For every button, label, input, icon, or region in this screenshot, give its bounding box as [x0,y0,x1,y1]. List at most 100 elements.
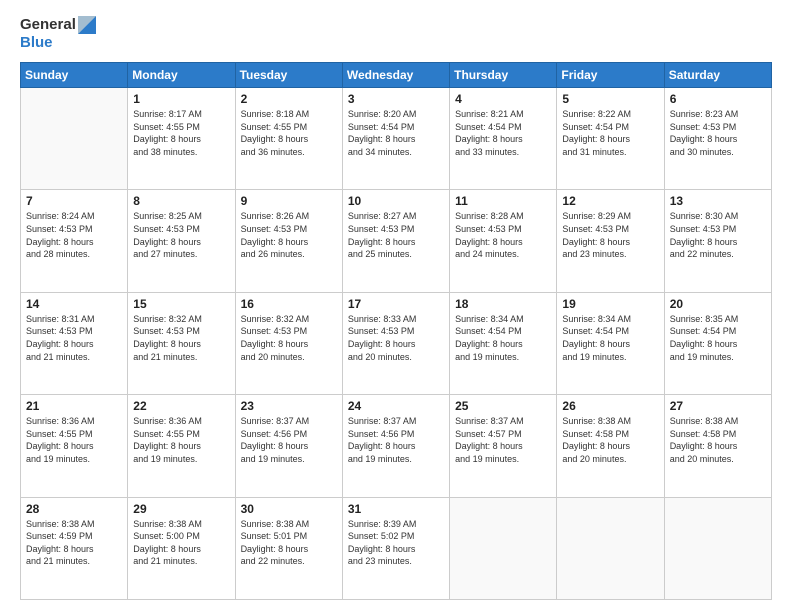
calendar-cell [557,497,664,599]
calendar-cell: 4 Sunrise: 8:21 AM Sunset: 4:54 PM Daylig… [450,88,557,190]
day-number: 23 [241,399,337,413]
calendar-cell: 6 Sunrise: 8:23 AM Sunset: 4:53 PM Daylig… [664,88,771,190]
day-info: Sunrise: 8:34 AM Sunset: 4:54 PM Dayligh… [455,313,551,363]
day-info: Sunrise: 8:37 AM Sunset: 4:57 PM Dayligh… [455,415,551,465]
page: General Blue SundayMondayTuesdayWednesda… [0,0,792,612]
calendar-cell: 27 Sunrise: 8:38 AM Sunset: 4:58 PM Dayli… [664,395,771,497]
calendar-cell: 30 Sunrise: 8:38 AM Sunset: 5:01 PM Dayli… [235,497,342,599]
col-header-friday: Friday [557,63,664,88]
calendar-week-4: 21 Sunrise: 8:36 AM Sunset: 4:55 PM Dayli… [21,395,772,497]
day-info: Sunrise: 8:31 AM Sunset: 4:53 PM Dayligh… [26,313,122,363]
day-info: Sunrise: 8:38 AM Sunset: 4:59 PM Dayligh… [26,518,122,568]
logo-triangle-icon [78,16,96,34]
day-info: Sunrise: 8:39 AM Sunset: 5:02 PM Dayligh… [348,518,444,568]
calendar-cell: 19Sunrise: 8:34 AM Sunset: 4:54 PM Dayli… [557,292,664,394]
day-info: Sunrise: 8:38 AM Sunset: 5:01 PM Dayligh… [241,518,337,568]
calendar-cell: 3 Sunrise: 8:20 AM Sunset: 4:54 PM Daylig… [342,88,449,190]
logo-blue-text: Blue [20,34,53,52]
day-number: 12 [562,194,658,208]
day-info: Sunrise: 8:17 AM Sunset: 4:55 PM Dayligh… [133,108,229,158]
calendar-week-2: 7 Sunrise: 8:24 AM Sunset: 4:53 PM Daylig… [21,190,772,292]
day-info: Sunrise: 8:26 AM Sunset: 4:53 PM Dayligh… [241,210,337,260]
day-number: 4 [455,92,551,106]
day-info: Sunrise: 8:36 AM Sunset: 4:55 PM Dayligh… [26,415,122,465]
calendar-cell: 25 Sunrise: 8:37 AM Sunset: 4:57 PM Dayli… [450,395,557,497]
day-number: 5 [562,92,658,106]
day-info: Sunrise: 8:24 AM Sunset: 4:53 PM Dayligh… [26,210,122,260]
calendar-cell: 26 Sunrise: 8:38 AM Sunset: 4:58 PM Dayli… [557,395,664,497]
day-number: 11 [455,194,551,208]
day-number: 29 [133,502,229,516]
calendar-week-1: 1 Sunrise: 8:17 AM Sunset: 4:55 PM Daylig… [21,88,772,190]
day-info: Sunrise: 8:38 AM Sunset: 4:58 PM Dayligh… [670,415,766,465]
logo-text: General Blue [20,16,96,52]
day-number: 15 [133,297,229,311]
day-info: Sunrise: 8:25 AM Sunset: 4:53 PM Dayligh… [133,210,229,260]
day-number: 17 [348,297,444,311]
day-number: 3 [348,92,444,106]
calendar-cell: 29 Sunrise: 8:38 AM Sunset: 5:00 PM Dayli… [128,497,235,599]
day-number: 10 [348,194,444,208]
day-info: Sunrise: 8:37 AM Sunset: 4:56 PM Dayligh… [348,415,444,465]
calendar-cell: 15 Sunrise: 8:32 AM Sunset: 4:53 PM Dayli… [128,292,235,394]
day-number: 8 [133,194,229,208]
day-number: 22 [133,399,229,413]
calendar-cell: 12 Sunrise: 8:29 AM Sunset: 4:53 PM Dayli… [557,190,664,292]
calendar-cell [664,497,771,599]
day-number: 27 [670,399,766,413]
calendar-cell: 23 Sunrise: 8:37 AM Sunset: 4:56 PM Dayli… [235,395,342,497]
day-number: 7 [26,194,122,208]
calendar-cell: 14Sunrise: 8:31 AM Sunset: 4:53 PM Dayli… [21,292,128,394]
col-header-sunday: Sunday [21,63,128,88]
calendar-cell: 24 Sunrise: 8:37 AM Sunset: 4:56 PM Dayli… [342,395,449,497]
day-info: Sunrise: 8:36 AM Sunset: 4:55 PM Dayligh… [133,415,229,465]
calendar-cell: 9 Sunrise: 8:26 AM Sunset: 4:53 PM Daylig… [235,190,342,292]
calendar-week-5: 28Sunrise: 8:38 AM Sunset: 4:59 PM Dayli… [21,497,772,599]
day-info: Sunrise: 8:38 AM Sunset: 5:00 PM Dayligh… [133,518,229,568]
calendar-table: SundayMondayTuesdayWednesdayThursdayFrid… [20,62,772,600]
calendar-cell: 20 Sunrise: 8:35 AM Sunset: 4:54 PM Dayli… [664,292,771,394]
day-number: 16 [241,297,337,311]
day-info: Sunrise: 8:22 AM Sunset: 4:54 PM Dayligh… [562,108,658,158]
day-number: 31 [348,502,444,516]
calendar-cell: 31 Sunrise: 8:39 AM Sunset: 5:02 PM Dayli… [342,497,449,599]
day-info: Sunrise: 8:35 AM Sunset: 4:54 PM Dayligh… [670,313,766,363]
calendar-cell: 21 Sunrise: 8:36 AM Sunset: 4:55 PM Dayli… [21,395,128,497]
day-info: Sunrise: 8:29 AM Sunset: 4:53 PM Dayligh… [562,210,658,260]
day-info: Sunrise: 8:27 AM Sunset: 4:53 PM Dayligh… [348,210,444,260]
calendar-cell: 1 Sunrise: 8:17 AM Sunset: 4:55 PM Daylig… [128,88,235,190]
day-info: Sunrise: 8:33 AM Sunset: 4:53 PM Dayligh… [348,313,444,363]
day-number: 2 [241,92,337,106]
logo: General Blue [20,16,96,52]
calendar-cell: 2 Sunrise: 8:18 AM Sunset: 4:55 PM Daylig… [235,88,342,190]
calendar-cell: 5 Sunrise: 8:22 AM Sunset: 4:54 PM Daylig… [557,88,664,190]
day-number: 24 [348,399,444,413]
day-number: 26 [562,399,658,413]
day-number: 18 [455,297,551,311]
day-info: Sunrise: 8:32 AM Sunset: 4:53 PM Dayligh… [133,313,229,363]
calendar-week-3: 14Sunrise: 8:31 AM Sunset: 4:53 PM Dayli… [21,292,772,394]
day-info: Sunrise: 8:23 AM Sunset: 4:53 PM Dayligh… [670,108,766,158]
day-number: 30 [241,502,337,516]
day-info: Sunrise: 8:18 AM Sunset: 4:55 PM Dayligh… [241,108,337,158]
day-number: 6 [670,92,766,106]
day-info: Sunrise: 8:37 AM Sunset: 4:56 PM Dayligh… [241,415,337,465]
calendar-cell: 18 Sunrise: 8:34 AM Sunset: 4:54 PM Dayli… [450,292,557,394]
col-header-tuesday: Tuesday [235,63,342,88]
calendar-cell: 8 Sunrise: 8:25 AM Sunset: 4:53 PM Daylig… [128,190,235,292]
col-header-thursday: Thursday [450,63,557,88]
day-number: 20 [670,297,766,311]
day-info: Sunrise: 8:32 AM Sunset: 4:53 PM Dayligh… [241,313,337,363]
col-header-wednesday: Wednesday [342,63,449,88]
day-info: Sunrise: 8:20 AM Sunset: 4:54 PM Dayligh… [348,108,444,158]
day-number: 25 [455,399,551,413]
calendar-cell: 10 Sunrise: 8:27 AM Sunset: 4:53 PM Dayli… [342,190,449,292]
calendar-cell: 28Sunrise: 8:38 AM Sunset: 4:59 PM Dayli… [21,497,128,599]
day-info: Sunrise: 8:38 AM Sunset: 4:58 PM Dayligh… [562,415,658,465]
day-number: 1 [133,92,229,106]
day-number: 9 [241,194,337,208]
calendar-cell: 13Sunrise: 8:30 AM Sunset: 4:53 PM Dayli… [664,190,771,292]
day-info: Sunrise: 8:21 AM Sunset: 4:54 PM Dayligh… [455,108,551,158]
day-number: 21 [26,399,122,413]
calendar-header-row: SundayMondayTuesdayWednesdayThursdayFrid… [21,63,772,88]
